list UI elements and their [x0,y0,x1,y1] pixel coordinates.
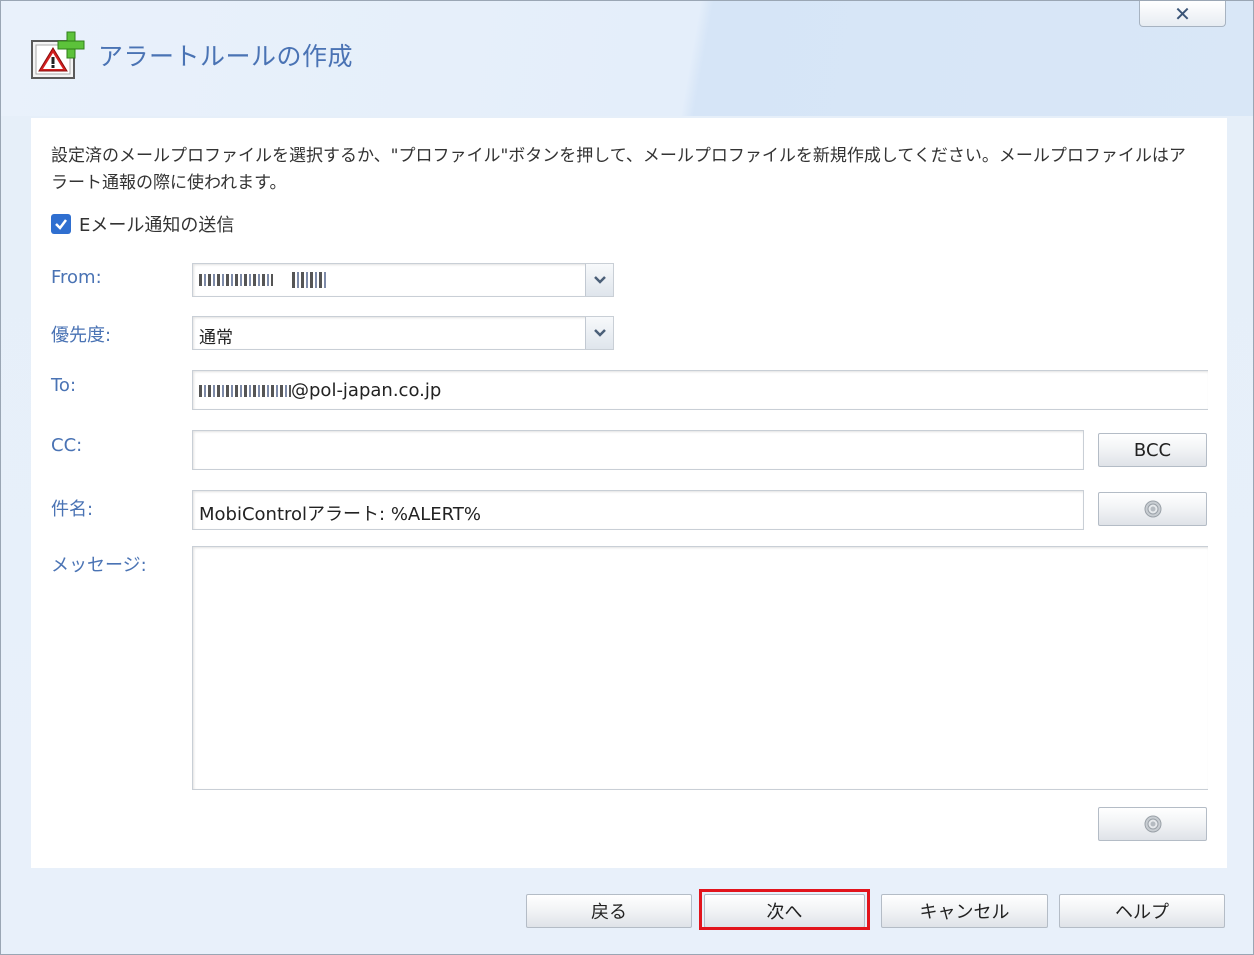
priority-select[interactable]: 通常 [192,316,614,350]
to-field[interactable]: @pol-japan.co.jp [192,370,1208,410]
priority-label: 優先度: [51,325,112,346]
to-label: To: [51,375,77,396]
cc-label: CC: [51,435,83,456]
close-icon: ✕ [1174,1,1191,26]
from-label: From: [51,267,102,288]
gear-icon [1144,500,1161,518]
create-alert-rule-dialog: アラートルールの作成 ✕ 設定済のメールプロファイルを選択するか、"プロファイル… [0,0,1254,955]
cancel-button[interactable]: キャンセル [881,894,1048,928]
email-notify-label: Eメール通知の送信 [79,215,235,236]
instruction-text: 設定済のメールプロファイルを選択するか、"プロファイル"ボタンを押して、メールプ… [51,146,1186,193]
redacted-sender-name-2 [292,272,329,288]
alert-rule-add-icon [31,31,85,79]
message-textarea[interactable] [192,546,1208,790]
message-macro-button[interactable] [1098,807,1207,841]
from-value [199,270,329,290]
chevron-down-icon[interactable] [585,264,613,296]
subject-field[interactable]: MobiControlアラート: %ALERT% [192,490,1084,530]
message-label: メッセージ: [51,555,147,576]
from-select[interactable] [192,263,614,297]
redacted-sender-name [199,274,273,286]
to-value: @pol-japan.co.jp [199,380,441,401]
help-button[interactable]: ヘルプ [1059,894,1225,928]
to-domain: @pol-japan.co.jp [291,380,442,401]
bcc-button[interactable]: BCC [1098,433,1207,467]
subject-value: MobiControlアラート: %ALERT% [199,504,481,525]
dialog-title: アラートルールの作成 [98,42,354,71]
priority-value: 通常 [199,328,233,348]
subject-label: 件名: [51,499,94,520]
next-button-highlight [699,889,870,930]
cc-field[interactable] [192,430,1084,470]
gear-icon [1144,815,1161,833]
checkmark-icon [55,219,67,230]
subject-macro-button[interactable] [1098,492,1207,526]
back-button[interactable]: 戻る [526,894,692,928]
redacted-recipient [199,385,291,397]
chevron-down-icon[interactable] [585,317,613,349]
close-button[interactable]: ✕ [1139,1,1226,27]
email-notify-checkbox[interactable] [51,214,71,234]
